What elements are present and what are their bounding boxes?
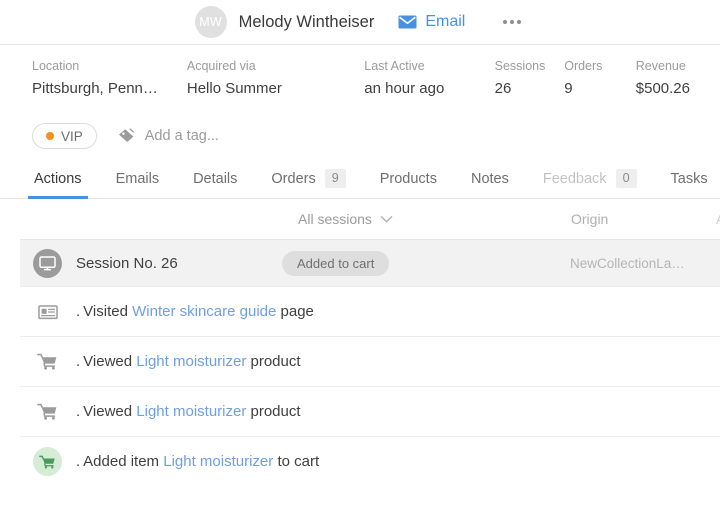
activity-link[interactable]: Light moisturizer xyxy=(136,403,246,420)
tab-label: Feedback xyxy=(543,171,607,187)
activity-text: .Viewed Light moisturizer product xyxy=(76,403,301,420)
customer-header-inner: MW Melody Wintheiser Email xyxy=(195,6,526,38)
activity-before: Viewed xyxy=(83,353,132,370)
tab-details[interactable]: Details xyxy=(191,159,239,198)
tag-icon xyxy=(117,128,137,144)
column-header-truncated: A xyxy=(716,211,720,227)
stat-value: Pittsburgh, Penn… xyxy=(32,80,187,97)
tab-label: Actions xyxy=(34,171,82,187)
email-button[interactable]: Email xyxy=(398,13,465,31)
stat-orders: Orders 9 xyxy=(564,59,636,97)
activity-text: .Added item Light moisturizer to cart xyxy=(76,453,319,470)
ellipsis-icon[interactable] xyxy=(499,16,525,28)
activity-prefix: . xyxy=(76,403,80,420)
tab-label: Orders xyxy=(271,171,315,187)
activity-text: .Viewed Light moisturizer product xyxy=(76,353,301,370)
stat-label: Revenue xyxy=(636,59,690,73)
page-title: Melody Wintheiser xyxy=(239,13,375,32)
customer-stats: Location Pittsburgh, Penn… Acquired via … xyxy=(0,45,720,113)
activity-after: to cart xyxy=(277,453,319,470)
tab-products[interactable]: Products xyxy=(378,159,439,198)
ellipsis-dot xyxy=(503,20,507,24)
status-dot-icon xyxy=(46,132,54,140)
activity-prefix: . xyxy=(76,303,80,320)
email-label: Email xyxy=(425,13,465,31)
activity-row[interactable]: .Viewed Light moisturizer product xyxy=(20,386,720,436)
monitor-icon xyxy=(33,249,62,278)
ellipsis-dot xyxy=(510,20,514,24)
activity-row[interactable]: .Added item Light moisturizer to cart xyxy=(20,436,720,486)
tag-row: VIP Add a tag... xyxy=(0,113,720,159)
stat-revenue: Revenue $500.26 xyxy=(636,59,690,97)
filter-row: All sessions Origin A xyxy=(0,199,720,239)
stat-value: 26 xyxy=(495,80,565,97)
stat-value: an hour ago xyxy=(364,80,494,97)
activity-before: Visited xyxy=(83,303,128,320)
activity-before: Viewed xyxy=(83,403,132,420)
add-tag-button[interactable]: Add a tag... xyxy=(117,128,219,144)
vip-label: VIP xyxy=(61,129,83,144)
stat-label: Last Active xyxy=(364,59,494,73)
stat-label: Location xyxy=(32,59,187,73)
sessions-filter-dropdown[interactable]: All sessions xyxy=(298,211,393,227)
activity-prefix: . xyxy=(76,453,80,470)
stat-value: Hello Summer xyxy=(187,80,364,97)
session-row[interactable]: Session No. 26 Added to cart NewCollecti… xyxy=(20,240,720,286)
activity-prefix: . xyxy=(76,353,80,370)
tab-label: Notes xyxy=(471,171,509,187)
activity-after: page xyxy=(281,303,314,320)
article-icon xyxy=(33,297,62,326)
activity-link[interactable]: Winter skincare guide xyxy=(132,303,276,320)
activity-after: product xyxy=(251,353,301,370)
tab-actions[interactable]: Actions xyxy=(32,159,84,198)
stat-sessions: Sessions 26 xyxy=(495,59,565,97)
cart-icon xyxy=(33,397,62,426)
tab-label: Tasks xyxy=(671,171,708,187)
tab-orders[interactable]: Orders 9 xyxy=(269,159,347,198)
stat-acquired-via: Acquired via Hello Summer xyxy=(187,59,364,97)
customer-header: MW Melody Wintheiser Email xyxy=(0,0,720,45)
tab-emails[interactable]: Emails xyxy=(114,159,162,198)
activity-panel: Session No. 26 Added to cart NewCollecti… xyxy=(20,239,720,486)
stat-last-active: Last Active an hour ago xyxy=(364,59,494,97)
session-title: Session No. 26 xyxy=(76,255,178,272)
cart-icon xyxy=(33,347,62,376)
stat-label: Orders xyxy=(564,59,636,73)
column-header-origin: Origin xyxy=(571,211,608,227)
activity-link[interactable]: Light moisturizer xyxy=(163,453,273,470)
status-badge: Added to cart xyxy=(282,251,389,276)
cart-icon xyxy=(33,447,62,476)
vip-tag[interactable]: VIP xyxy=(32,123,97,149)
stat-label: Sessions xyxy=(495,59,565,73)
tab-label: Details xyxy=(193,171,237,187)
stat-value: $500.26 xyxy=(636,80,690,97)
activity-row[interactable]: .Visited Winter skincare guide page xyxy=(20,286,720,336)
tab-notes[interactable]: Notes xyxy=(469,159,511,198)
activity-row[interactable]: .Viewed Light moisturizer product xyxy=(20,336,720,386)
chevron-down-icon xyxy=(380,215,393,223)
stat-label: Acquired via xyxy=(187,59,364,73)
tab-feedback[interactable]: Feedback 0 xyxy=(541,159,639,198)
activity-text: .Visited Winter skincare guide page xyxy=(76,303,314,320)
activity-after: product xyxy=(251,403,301,420)
tab-tasks[interactable]: Tasks xyxy=(669,159,710,198)
envelope-icon xyxy=(398,15,417,29)
tab-badge: 9 xyxy=(325,169,346,188)
avatar: MW xyxy=(195,6,227,38)
ellipsis-dot xyxy=(517,20,521,24)
activity-link[interactable]: Light moisturizer xyxy=(136,353,246,370)
activity-before: Added item xyxy=(83,453,159,470)
sessions-filter-label: All sessions xyxy=(298,211,372,227)
stat-value: 9 xyxy=(564,80,636,97)
stat-location: Location Pittsburgh, Penn… xyxy=(32,59,187,97)
tab-label: Emails xyxy=(116,171,160,187)
tab-bar: Actions Emails Details Orders 9 Products… xyxy=(0,159,720,199)
add-tag-label: Add a tag... xyxy=(145,128,219,144)
session-origin: NewCollectionLa… xyxy=(570,256,685,271)
tab-badge: 0 xyxy=(616,169,637,188)
tab-label: Products xyxy=(380,171,437,187)
